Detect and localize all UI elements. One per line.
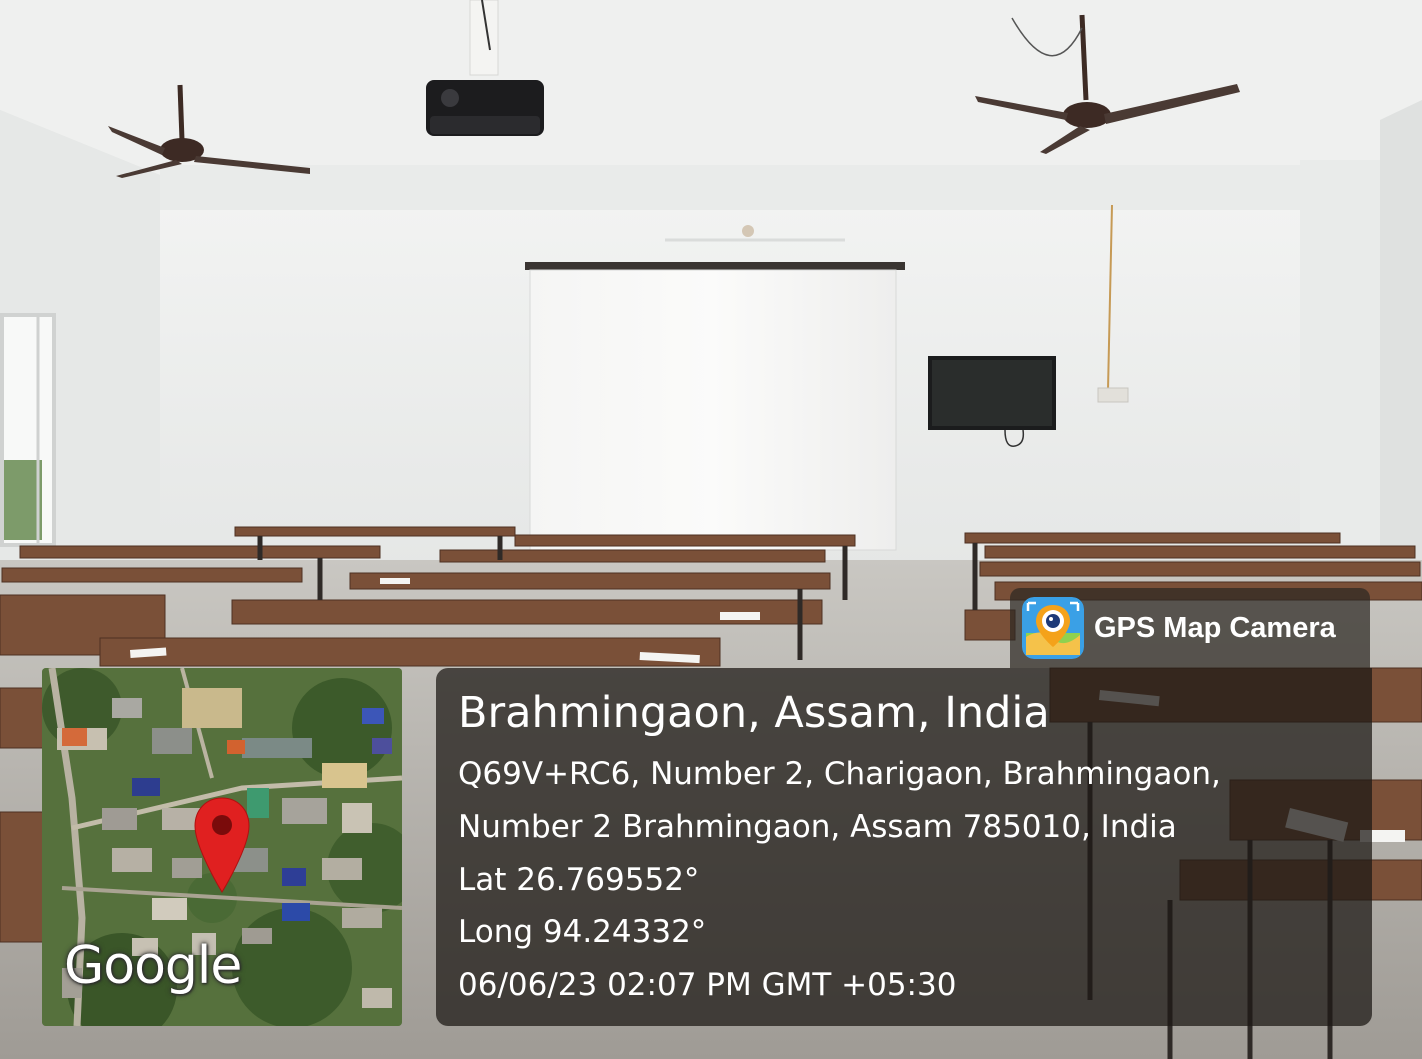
latitude-readout: Lat 26.769552° [458,862,700,898]
window [0,313,56,547]
gps-map-camera-badge: GPS Map Camera [1010,588,1370,668]
location-info-panel: Brahmingaon, Assam, India Q69V+RC6, Numb… [436,668,1372,1026]
address-line-1: Q69V+RC6, Number 2, Charigaon, Brahminga… [458,756,1221,792]
google-wordmark: Google [64,936,242,996]
geotagged-photo: GPS Map Camera Brahmingaon, Assam, India… [0,0,1422,1059]
projector-screen [525,225,905,551]
place-name: Brahmingaon, Assam, India [458,688,1050,738]
satellite-map-thumbnail: Google [42,668,402,1026]
timestamp: 06/06/23 02:07 PM GMT +05:30 [458,967,957,1003]
gps-map-camera-app-icon [1022,597,1084,659]
address-line-2: Number 2 Brahmingaon, Assam 785010, Indi… [458,809,1177,845]
map-pin-icon [194,797,250,893]
longitude-readout: Long 94.24332° [458,914,707,950]
brand-label: GPS Map Camera [1094,611,1336,644]
